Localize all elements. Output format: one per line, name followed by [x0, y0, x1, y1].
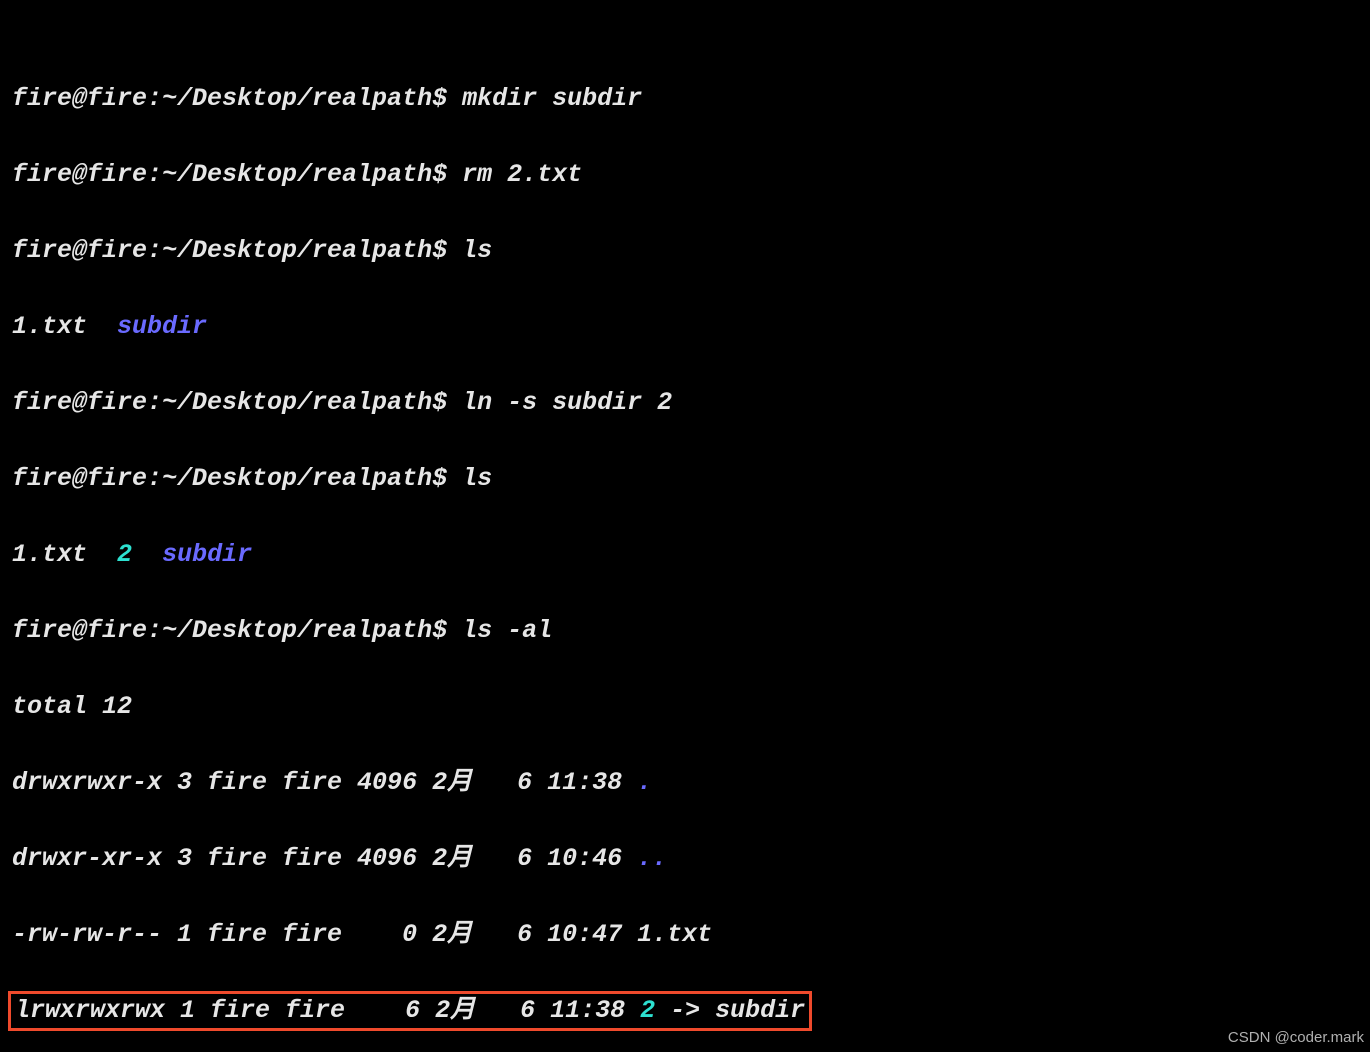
- terminal[interactable]: fire@fire:~/Desktop/realpath$ mkdir subd…: [0, 0, 1370, 1052]
- term-line: fire@fire:~/Desktop/realpath$ mkdir subd…: [12, 80, 1358, 118]
- highlight-box: lrwxrwxrwx 1 fire fire 6 2月 6 11:38 2 ->…: [8, 991, 812, 1031]
- watermark: CSDN @coder.mark: [1228, 1029, 1364, 1046]
- command: ls -al: [462, 616, 552, 645]
- shell-prompt: fire@fire:~/Desktop/realpath$: [12, 616, 447, 645]
- ls-output: -rw-rw-r-- 1 fire fire 0 2月 6 10:47 1.tx…: [12, 916, 1358, 954]
- shell-prompt: fire@fire:~/Desktop/realpath$: [12, 388, 447, 417]
- term-line: fire@fire:~/Desktop/realpath$ ln -s subd…: [12, 384, 1358, 422]
- command: ls: [462, 236, 492, 265]
- dir-entry: subdir: [117, 312, 207, 341]
- ls-output-highlight: lrwxrwxrwx 1 fire fire 6 2月 6 11:38 2 ->…: [12, 992, 1358, 1030]
- ls-output: 1.txt 2 subdir: [12, 536, 1358, 574]
- ls-output: drwxr-xr-x 3 fire fire 4096 2月 6 10:46 .…: [12, 840, 1358, 878]
- file-entry: 1.txt: [12, 312, 117, 341]
- ls-output: 1.txt subdir: [12, 308, 1358, 346]
- shell-prompt: fire@fire:~/Desktop/realpath$: [12, 236, 447, 265]
- shell-prompt: fire@fire:~/Desktop/realpath$: [12, 464, 447, 493]
- file-entry: 1.txt: [12, 540, 117, 569]
- symlink-entry: 2: [640, 996, 655, 1025]
- dir-entry: .: [637, 768, 652, 797]
- shell-prompt: fire@fire:~/Desktop/realpath$: [12, 84, 447, 113]
- dir-entry: subdir: [162, 540, 252, 569]
- term-line: fire@fire:~/Desktop/realpath$ ls: [12, 460, 1358, 498]
- command: ln -s subdir 2: [462, 388, 672, 417]
- shell-prompt: fire@fire:~/Desktop/realpath$: [12, 160, 447, 189]
- command: mkdir subdir: [462, 84, 642, 113]
- ls-output: drwxrwxr-x 3 fire fire 4096 2月 6 11:38 .: [12, 764, 1358, 802]
- term-line: fire@fire:~/Desktop/realpath$ rm 2.txt: [12, 156, 1358, 194]
- symlink-entry: 2: [117, 540, 132, 569]
- dir-entry: ..: [637, 844, 667, 873]
- term-line: fire@fire:~/Desktop/realpath$ ls: [12, 232, 1358, 270]
- command: ls: [462, 464, 492, 493]
- term-line: fire@fire:~/Desktop/realpath$ ls -al: [12, 612, 1358, 650]
- ls-output: total 12: [12, 688, 1358, 726]
- command: rm 2.txt: [462, 160, 582, 189]
